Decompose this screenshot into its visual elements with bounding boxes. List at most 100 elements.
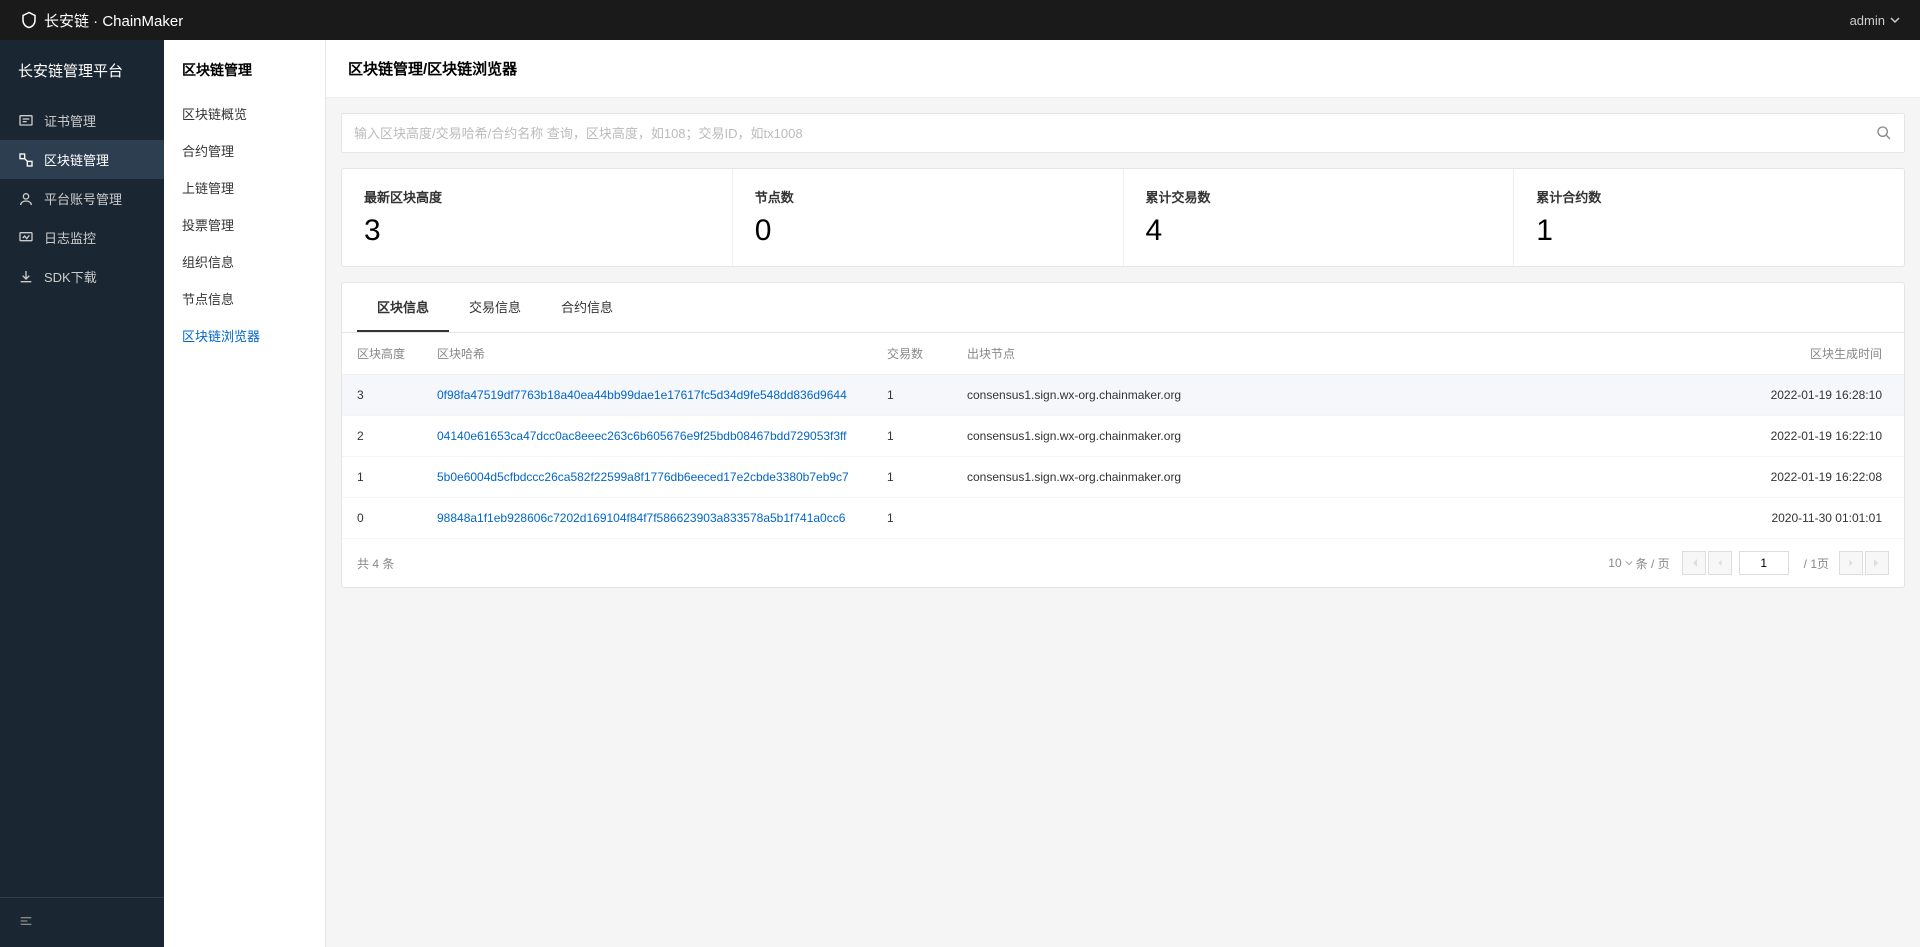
blocks-table: 区块高度 区块哈希 交易数 出块节点 区块生成时间 3 0f98fa47519d… bbox=[342, 333, 1904, 539]
cell-tx: 1 bbox=[872, 498, 952, 539]
sub-upload[interactable]: 上链管理 bbox=[164, 169, 325, 206]
sidebar-collapse[interactable] bbox=[0, 897, 164, 947]
stats-panel: 最新区块高度 3 节点数 0 累计交易数 4 累计合约数 1 bbox=[341, 168, 1905, 267]
sub-node[interactable]: 节点信息 bbox=[164, 280, 325, 317]
stat-value: 4 bbox=[1146, 214, 1492, 248]
pagination: 共 4 条 10 条 / 页 bbox=[342, 539, 1904, 587]
sub-vote[interactable]: 投票管理 bbox=[164, 206, 325, 243]
cell-height: 2 bbox=[342, 416, 422, 457]
sub-org[interactable]: 组织信息 bbox=[164, 243, 325, 280]
th-node: 出块节点 bbox=[952, 333, 1402, 375]
cell-node bbox=[952, 498, 1402, 539]
hash-link[interactable]: 5b0e6004d5cfbdccc26ca582f22599a8f1776db6… bbox=[437, 470, 849, 484]
cell-tx: 1 bbox=[872, 416, 952, 457]
nav-label: 区块链管理 bbox=[44, 150, 109, 169]
stat-label: 累计交易数 bbox=[1146, 187, 1492, 206]
nav-label: 证书管理 bbox=[44, 111, 96, 130]
shield-icon bbox=[20, 11, 38, 29]
tab-blocks[interactable]: 区块信息 bbox=[357, 283, 449, 332]
th-height: 区块高度 bbox=[342, 333, 422, 375]
stat-transactions: 累计交易数 4 bbox=[1124, 169, 1515, 266]
cell-time: 2022-01-19 16:22:08 bbox=[1402, 457, 1904, 498]
first-icon bbox=[1689, 558, 1699, 568]
stat-value: 1 bbox=[1536, 214, 1882, 248]
certificate-icon bbox=[18, 113, 34, 129]
cell-tx: 1 bbox=[872, 457, 952, 498]
page-size-value: 10 bbox=[1608, 556, 1621, 570]
main-content: 区块链管理/区块链浏览器 最新区块高度 3 节点数 0 累计交易数 4 bbox=[326, 40, 1920, 947]
chain-icon bbox=[18, 152, 34, 168]
hash-link[interactable]: 0f98fa47519df7763b18a40ea44bb99dae1e1761… bbox=[437, 388, 847, 402]
page-size-select[interactable]: 10 条 / 页 bbox=[1608, 555, 1669, 572]
next-icon bbox=[1847, 559, 1855, 567]
logo-text: 长安链 · ChainMaker bbox=[44, 10, 183, 31]
stat-value: 3 bbox=[364, 214, 710, 248]
secondary-sidebar: 区块链管理 区块链概览 合约管理 上链管理 投票管理 组织信息 节点信息 区块链… bbox=[164, 40, 326, 947]
page-prev[interactable] bbox=[1708, 551, 1732, 575]
page-input[interactable] bbox=[1739, 551, 1789, 575]
stat-block-height: 最新区块高度 3 bbox=[342, 169, 733, 266]
cell-time: 2020-11-30 01:01:01 bbox=[1402, 498, 1904, 539]
hash-link[interactable]: 04140e61653ca47dcc0ac8eeec263c6b605676e9… bbox=[437, 429, 847, 443]
tab-contracts[interactable]: 合约信息 bbox=[541, 283, 633, 332]
logo: 长安链 · ChainMaker bbox=[20, 10, 183, 31]
stat-label: 最新区块高度 bbox=[364, 187, 710, 206]
th-time: 区块生成时间 bbox=[1402, 333, 1904, 375]
top-header: 长安链 · ChainMaker admin bbox=[0, 0, 1920, 40]
cell-height: 0 bbox=[342, 498, 422, 539]
sidebar-title: 长安链管理平台 bbox=[0, 40, 164, 101]
tabs: 区块信息 交易信息 合约信息 bbox=[342, 283, 1904, 333]
th-tx: 交易数 bbox=[872, 333, 952, 375]
search-box bbox=[341, 113, 1905, 153]
hash-link[interactable]: 98848a1f1eb928606c7202d169104f84f7f58662… bbox=[437, 511, 845, 525]
nav-blockchain[interactable]: 区块链管理 bbox=[0, 140, 164, 179]
page-next[interactable] bbox=[1839, 551, 1863, 575]
nav-certificate[interactable]: 证书管理 bbox=[0, 101, 164, 140]
cell-height: 3 bbox=[342, 375, 422, 416]
per-page-label: 条 / 页 bbox=[1636, 555, 1670, 572]
sub-overview[interactable]: 区块链概览 bbox=[164, 95, 325, 132]
nav-sdk[interactable]: SDK下载 bbox=[0, 257, 164, 296]
stat-label: 节点数 bbox=[755, 187, 1101, 206]
nav-label: SDK下载 bbox=[44, 267, 97, 286]
nav-logs[interactable]: 日志监控 bbox=[0, 218, 164, 257]
cell-tx: 1 bbox=[872, 375, 952, 416]
tab-transactions[interactable]: 交易信息 bbox=[449, 283, 541, 332]
user-menu[interactable]: admin bbox=[1850, 13, 1900, 28]
stat-contracts: 累计合约数 1 bbox=[1514, 169, 1904, 266]
nav-label: 平台账号管理 bbox=[44, 189, 122, 208]
cell-time: 2022-01-19 16:28:10 bbox=[1402, 375, 1904, 416]
page-first[interactable] bbox=[1682, 551, 1706, 575]
prev-icon bbox=[1716, 559, 1724, 567]
primary-sidebar: 长安链管理平台 证书管理 区块链管理 平台账号管理 日志监控 SDK下载 bbox=[0, 40, 164, 947]
sub-contract[interactable]: 合约管理 bbox=[164, 132, 325, 169]
nav-label: 日志监控 bbox=[44, 228, 96, 247]
total-pages: / 1页 bbox=[1804, 555, 1829, 572]
table-row: 0 98848a1f1eb928606c7202d169104f84f7f586… bbox=[342, 498, 1904, 539]
nav-account[interactable]: 平台账号管理 bbox=[0, 179, 164, 218]
stat-value: 0 bbox=[755, 214, 1101, 248]
cell-node: consensus1.sign.wx-org.chainmaker.org bbox=[952, 457, 1402, 498]
table-row: 1 5b0e6004d5cfbdccc26ca582f22599a8f1776d… bbox=[342, 457, 1904, 498]
th-hash: 区块哈希 bbox=[422, 333, 872, 375]
breadcrumb: 区块链管理/区块链浏览器 bbox=[326, 40, 1920, 98]
chevron-down-icon bbox=[1890, 15, 1900, 25]
sub-explorer[interactable]: 区块链浏览器 bbox=[164, 317, 325, 354]
download-icon bbox=[18, 269, 34, 285]
search-icon[interactable] bbox=[1876, 125, 1892, 141]
sidebar2-title: 区块链管理 bbox=[164, 40, 325, 95]
table-card: 区块信息 交易信息 合约信息 区块高度 区块哈希 交易数 出块节点 区块生成时间 bbox=[341, 282, 1905, 588]
cell-time: 2022-01-19 16:22:10 bbox=[1402, 416, 1904, 457]
search-input[interactable] bbox=[354, 126, 1876, 141]
user-name: admin bbox=[1850, 13, 1885, 28]
stat-nodes: 节点数 0 bbox=[733, 169, 1124, 266]
table-row: 3 0f98fa47519df7763b18a40ea44bb99dae1e17… bbox=[342, 375, 1904, 416]
monitor-icon bbox=[18, 230, 34, 246]
stat-label: 累计合约数 bbox=[1536, 187, 1882, 206]
last-icon bbox=[1872, 558, 1882, 568]
user-icon bbox=[18, 191, 34, 207]
cell-node: consensus1.sign.wx-org.chainmaker.org bbox=[952, 375, 1402, 416]
collapse-icon bbox=[18, 913, 34, 929]
cell-node: consensus1.sign.wx-org.chainmaker.org bbox=[952, 416, 1402, 457]
page-last[interactable] bbox=[1865, 551, 1889, 575]
